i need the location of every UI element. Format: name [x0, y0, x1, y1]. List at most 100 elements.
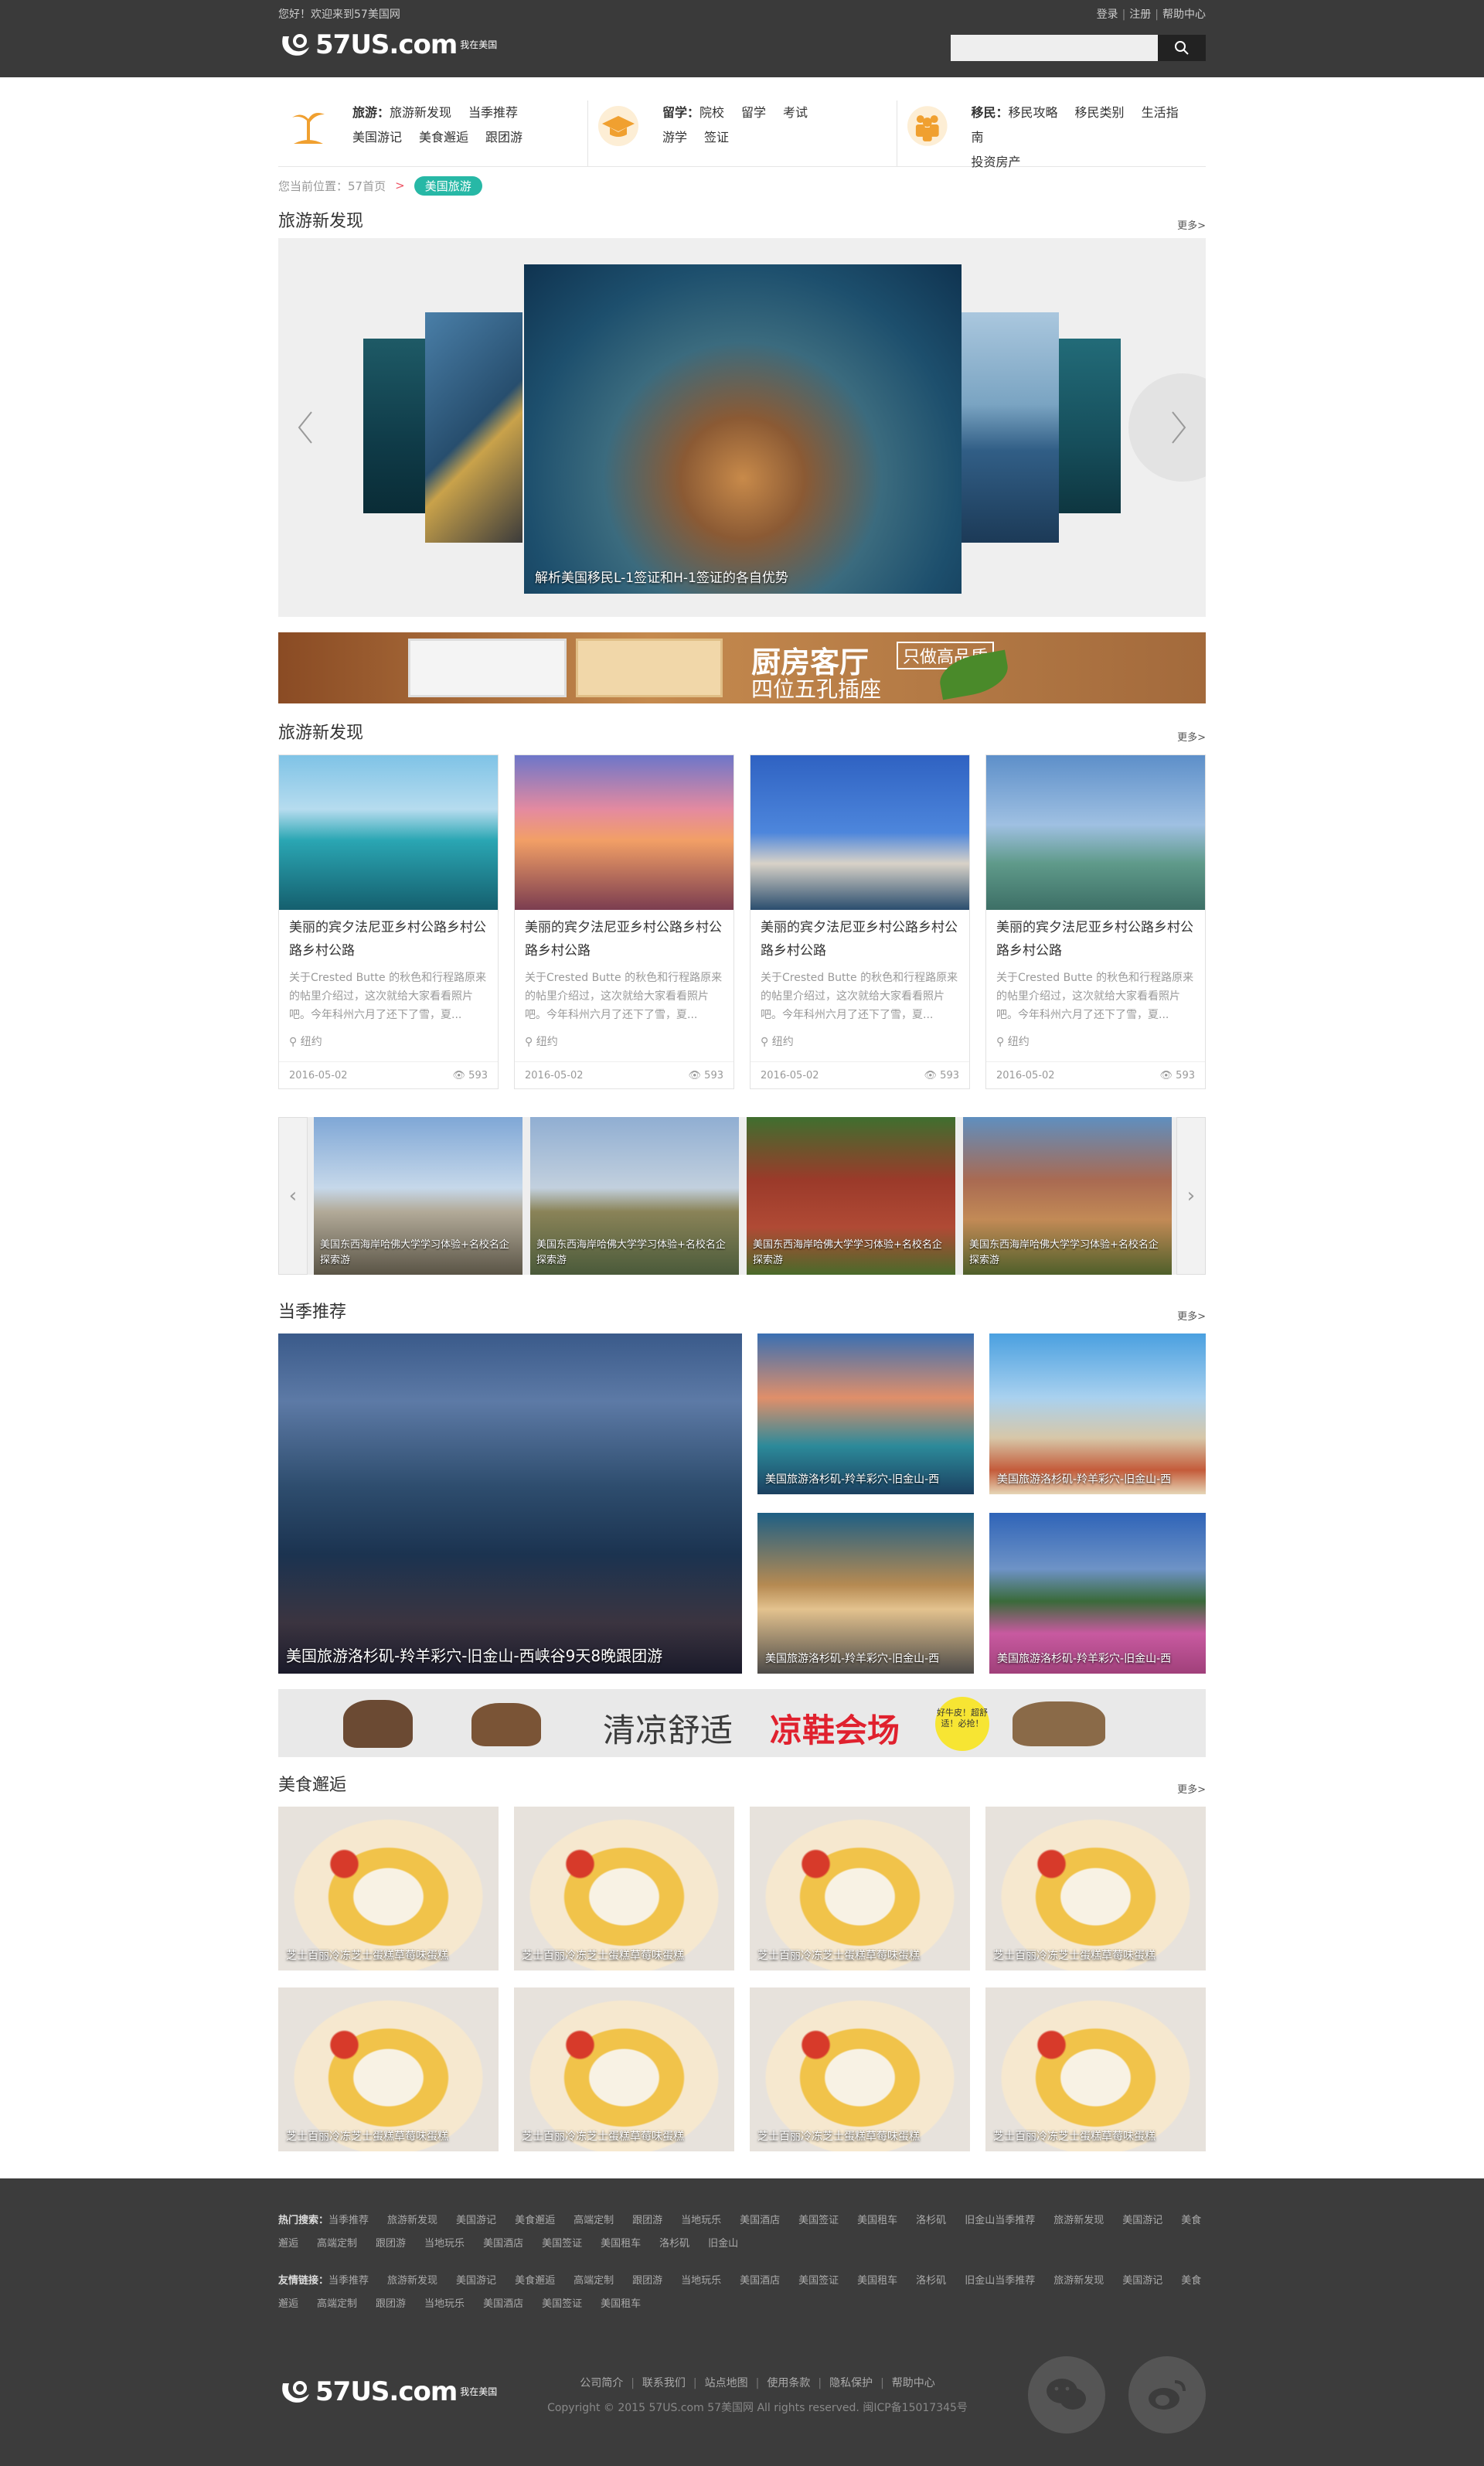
carousel-next-button[interactable] — [1152, 373, 1206, 482]
strip-item[interactable]: 美国东西海岸哈佛大学学习体验+名校名企探索游 — [314, 1117, 522, 1275]
footer-link[interactable]: 洛杉矶 — [916, 2275, 946, 2287]
season-item[interactable]: 美国旅游洛杉矶-羚羊彩穴-旧金山-西 — [989, 1333, 1206, 1494]
ad-banner-socket[interactable]: 厨房客厅 只做高品质 四位五孔插座 — [278, 632, 1206, 703]
food-item[interactable]: 芝士百丽冷冻芝士蛋糕草莓味蛋糕 — [278, 1807, 499, 1970]
season-feature[interactable]: 美国旅游洛杉矶-羚羊彩穴-旧金山-西峡谷9天8晚跟团游 — [278, 1333, 742, 1674]
carousel-slide[interactable] — [962, 312, 1059, 543]
travel-card[interactable]: 美丽的宾夕法尼亚乡村公路乡村公路乡村公路 关于Crested Butte 的秋色… — [985, 754, 1206, 1089]
footer-link[interactable]: 美国租车 — [857, 2215, 897, 2226]
carousel-slide[interactable] — [425, 312, 522, 543]
footer-link[interactable]: 洛杉矶 — [916, 2215, 946, 2226]
more-link[interactable]: 更多> — [1177, 217, 1206, 232]
footer-link[interactable]: 美国游记 — [456, 2275, 496, 2287]
food-item[interactable]: 芝士百丽冷冻芝士蛋糕草莓味蛋糕 — [750, 1987, 970, 2151]
footer-link[interactable]: 高端定制 — [317, 2238, 357, 2250]
footer-link[interactable]: 当地玩乐 — [681, 2215, 721, 2226]
footer-link[interactable]: 旅游新发现 — [1053, 2215, 1104, 2226]
travel-card[interactable]: 美丽的宾夕法尼亚乡村公路乡村公路乡村公路 关于Crested Butte 的秋色… — [278, 754, 499, 1089]
footer-link[interactable]: 美国酒店 — [740, 2275, 780, 2287]
footer-link[interactable]: 美国游记 — [456, 2215, 496, 2226]
season-item[interactable]: 美国旅游洛杉矶-羚羊彩穴-旧金山-西 — [757, 1333, 974, 1494]
food-item[interactable]: 芝士百丽冷冻芝士蛋糕草莓味蛋糕 — [514, 1987, 734, 2151]
nav-item-visa[interactable]: 签证 — [704, 130, 729, 145]
footer-link[interactable]: 美食邂逅 — [515, 2215, 555, 2226]
footer-link[interactable]: 美国签证 — [798, 2215, 839, 2226]
nav-item-immigrate-guide[interactable]: 移民攻略 — [1009, 105, 1058, 120]
footer-link[interactable]: 美国租车 — [601, 2238, 641, 2250]
footer-link[interactable]: 美国酒店 — [740, 2215, 780, 2226]
help-link[interactable]: 帮助中心 — [1162, 9, 1206, 21]
nav-item-exams[interactable]: 考试 — [783, 105, 808, 120]
login-link[interactable]: 登录 — [1097, 9, 1118, 21]
footer-nav-link[interactable]: 使用条款 — [767, 2377, 810, 2389]
footer-link[interactable]: 当地玩乐 — [424, 2298, 465, 2310]
footer-link[interactable]: 美国签证 — [542, 2298, 582, 2310]
footer-link[interactable]: 高端定制 — [574, 2215, 614, 2226]
footer-link[interactable]: 当地玩乐 — [424, 2238, 465, 2250]
nav-item-study-tour[interactable]: 游学 — [662, 130, 687, 145]
footer-link[interactable]: 美国租车 — [601, 2298, 641, 2310]
footer-link[interactable]: 当季推荐 — [328, 2215, 369, 2226]
nav-item-schools[interactable]: 院校 — [699, 105, 724, 120]
footer-link[interactable]: 美国酒店 — [483, 2298, 523, 2310]
footer-link[interactable]: 旅游新发现 — [1053, 2275, 1104, 2287]
footer-nav-link[interactable]: 站点地图 — [705, 2377, 748, 2389]
food-item[interactable]: 芝士百丽冷冻芝士蛋糕草莓味蛋糕 — [278, 1987, 499, 2151]
footer-link[interactable]: 当地玩乐 — [681, 2275, 721, 2287]
food-item[interactable]: 芝士百丽冷冻芝士蛋糕草莓味蛋糕 — [750, 1807, 970, 1970]
footer-logo[interactable]: 57US.com 我在美国 — [278, 2376, 497, 2407]
footer-link[interactable]: 美国签证 — [542, 2238, 582, 2250]
footer-link[interactable]: 美国游记 — [1122, 2215, 1162, 2226]
more-link[interactable]: 更多> — [1177, 1308, 1206, 1323]
food-item[interactable]: 芝士百丽冷冻芝士蛋糕草莓味蛋糕 — [985, 1807, 1206, 1970]
footer-link[interactable]: 高端定制 — [574, 2275, 614, 2287]
search-button[interactable] — [1158, 35, 1206, 61]
more-link[interactable]: 更多> — [1177, 1781, 1206, 1796]
footer-link[interactable]: 美国游记 — [1122, 2275, 1162, 2287]
carousel-slide[interactable] — [1059, 339, 1121, 513]
ad-banner-sandals[interactable]: 清凉舒适 凉鞋会场 好牛皮！超舒适！必抢！ — [278, 1689, 1206, 1757]
footer-link[interactable]: 旧金山当季推荐 — [965, 2275, 1035, 2287]
footer-link[interactable]: 旧金山 — [708, 2238, 738, 2250]
search-input[interactable] — [951, 35, 1158, 61]
footer-link[interactable]: 美国酒店 — [483, 2238, 523, 2250]
nav-item-season[interactable]: 当季推荐 — [468, 105, 518, 120]
footer-nav-link[interactable]: 联系我们 — [642, 2377, 686, 2389]
nav-item-investment[interactable]: 投资房产 — [972, 155, 1021, 169]
footer-nav-link[interactable]: 隐私保护 — [829, 2377, 873, 2389]
carousel-prev-button[interactable] — [278, 373, 332, 482]
weibo-button[interactable] — [1128, 2356, 1206, 2434]
footer-link[interactable]: 跟团游 — [376, 2238, 406, 2250]
footer-nav-link[interactable]: 公司简介 — [580, 2377, 623, 2389]
travel-card[interactable]: 美丽的宾夕法尼亚乡村公路乡村公路乡村公路 关于Crested Butte 的秋色… — [750, 754, 970, 1089]
travel-card[interactable]: 美丽的宾夕法尼亚乡村公路乡村公路乡村公路 关于Crested Butte 的秋色… — [514, 754, 734, 1089]
site-logo[interactable]: 57US.com 我在美国 — [278, 29, 497, 60]
footer-link[interactable]: 美食邂逅 — [515, 2275, 555, 2287]
strip-item[interactable]: 美国东西海岸哈佛大学学习体验+名校名企探索游 — [747, 1117, 955, 1275]
wechat-button[interactable] — [1028, 2356, 1105, 2434]
nav-item-group-tour[interactable]: 跟团游 — [485, 130, 522, 145]
nav-item-food[interactable]: 美食邂逅 — [419, 130, 468, 145]
season-item[interactable]: 美国旅游洛杉矶-羚羊彩穴-旧金山-西 — [989, 1513, 1206, 1674]
footer-nav-link[interactable]: 帮助中心 — [892, 2377, 935, 2389]
strip-item[interactable]: 美国东西海岸哈佛大学学习体验+名校名企探索游 — [530, 1117, 739, 1275]
footer-link[interactable]: 当季推荐 — [328, 2275, 369, 2287]
footer-link[interactable]: 跟团游 — [632, 2275, 662, 2287]
footer-link[interactable]: 旅游新发现 — [387, 2275, 437, 2287]
footer-link[interactable]: 跟团游 — [632, 2215, 662, 2226]
more-link[interactable]: 更多> — [1177, 729, 1206, 744]
food-item[interactable]: 芝士百丽冷冻芝士蛋糕草莓味蛋糕 — [514, 1807, 734, 1970]
footer-link[interactable]: 高端定制 — [317, 2298, 357, 2310]
footer-link[interactable]: 洛杉矶 — [659, 2238, 689, 2250]
food-item[interactable]: 芝士百丽冷冻芝士蛋糕草莓味蛋糕 — [985, 1987, 1206, 2151]
carousel-slide-active[interactable]: 解析美国移民L-1签证和H-1签证的各自优势 — [524, 264, 962, 594]
footer-link[interactable]: 旧金山当季推荐 — [965, 2215, 1035, 2226]
nav-item-study-abroad[interactable]: 留学 — [741, 105, 766, 120]
footer-link[interactable]: 跟团游 — [376, 2298, 406, 2310]
carousel-slide[interactable] — [363, 339, 425, 513]
breadcrumb-home[interactable]: 57首页 — [348, 178, 386, 194]
nav-item-travel-discover[interactable]: 旅游新发现 — [390, 105, 451, 120]
strip-next-button[interactable]: › — [1176, 1117, 1206, 1275]
strip-item[interactable]: 美国东西海岸哈佛大学学习体验+名校名企探索游 — [963, 1117, 1172, 1275]
nav-item-immigrate-types[interactable]: 移民类别 — [1075, 105, 1125, 120]
